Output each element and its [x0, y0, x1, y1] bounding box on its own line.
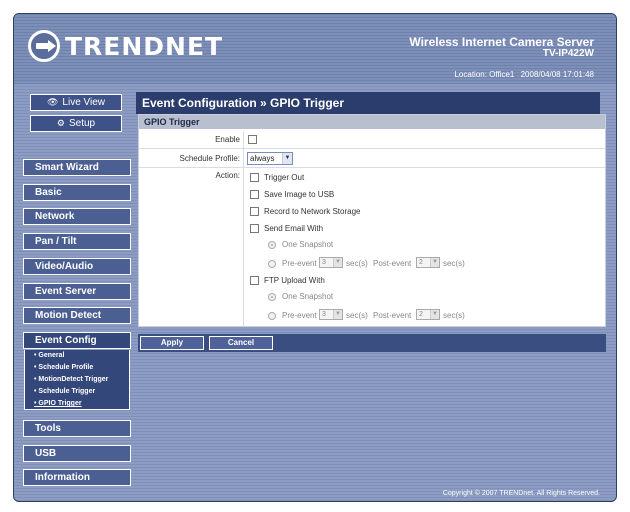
logo: TRENDNET — [28, 30, 223, 62]
send-email-checkbox[interactable] — [250, 224, 259, 233]
enable-cell — [243, 131, 605, 148]
nav-event-config[interactable]: Event Config — [23, 332, 131, 349]
logo-text: TRENDNET — [65, 31, 224, 61]
ftp-pre-secs-label: sec(s) — [346, 311, 368, 320]
chevron-down-icon: ▼ — [282, 153, 292, 164]
save-usb-label: Save Image to USB — [264, 190, 335, 199]
schedule-cell: always ▼ — [243, 149, 605, 167]
nav-usb[interactable]: USB — [23, 445, 131, 462]
email-pre-secs-label: sec(s) — [346, 259, 368, 268]
nav-tools[interactable]: Tools — [23, 420, 131, 437]
copyright-footer: Copyright © 2007 TRENDnet. All Rights Re… — [442, 490, 600, 497]
gpio-trigger-panel: GPIO Trigger Enable Schedule Profile: al… — [138, 114, 606, 327]
email-post-secs-label: sec(s) — [443, 259, 465, 268]
email-one-snapshot-label: One Snapshot — [282, 240, 334, 249]
ftp-pre-event-radio[interactable] — [268, 312, 276, 320]
ftp-post-event-value: 2 — [419, 311, 423, 318]
live-view-button[interactable]: 👁 Live View — [30, 94, 122, 111]
email-pre-event-radio[interactable] — [268, 260, 276, 268]
trigger-out-checkbox[interactable] — [250, 173, 259, 182]
schedule-profile-value: always — [250, 154, 275, 163]
cancel-button[interactable]: Cancel — [209, 336, 273, 350]
nav-network[interactable]: Network — [23, 208, 131, 225]
location-line: Location: Office1 2008/04/08 17:01:48 — [450, 70, 594, 79]
email-one-snapshot-radio[interactable] — [268, 241, 276, 249]
record-storage-label: Record to Network Storage — [264, 207, 361, 216]
ftp-pre-event-select[interactable]: 3 ▼ — [319, 309, 343, 320]
product-title: Wireless Internet Camera Server — [409, 35, 594, 49]
subnav-general[interactable]: • General — [25, 350, 129, 362]
nav-video-audio[interactable]: Video/Audio — [23, 258, 131, 275]
nav-motion-detect[interactable]: Motion Detect — [23, 307, 131, 324]
location-label: Location: Office1 — [454, 70, 515, 79]
nav-event-server[interactable]: Event Server — [23, 283, 131, 300]
action-label: Action: — [139, 168, 243, 326]
save-usb-checkbox[interactable] — [250, 190, 259, 199]
email-pre-event-value: 3 — [322, 259, 326, 266]
email-post-event-value: 2 — [419, 259, 423, 266]
eye-icon: 👁 — [46, 97, 59, 107]
chevron-down-icon: ▼ — [430, 310, 439, 319]
subnav-schedule-profile[interactable]: • Schedule Profile — [25, 362, 129, 374]
ftp-upload-checkbox[interactable] — [250, 276, 259, 285]
enable-row: Enable — [139, 131, 605, 149]
app-frame: TRENDNET Wireless Internet Camera Server… — [13, 13, 617, 502]
page-title: Event Configuration » GPIO Trigger — [136, 92, 600, 114]
send-email-label: Send Email With — [264, 224, 324, 233]
chevron-down-icon: ▼ — [430, 258, 439, 267]
chevron-down-icon: ▼ — [333, 310, 342, 319]
ftp-post-secs-label: sec(s) — [443, 311, 465, 320]
enable-label: Enable — [139, 131, 243, 148]
trendnet-logo-icon — [28, 30, 60, 62]
enable-checkbox[interactable] — [248, 135, 257, 144]
nav-pan-tilt[interactable]: Pan / Tilt — [23, 233, 131, 250]
live-view-label: Live View — [62, 97, 106, 108]
ftp-pre-event-label: Pre-event — [282, 311, 317, 320]
action-button-bar: Apply Cancel — [138, 334, 606, 352]
setup-label: Setup — [68, 118, 96, 129]
trigger-out-label: Trigger Out — [264, 173, 305, 182]
datetime: 2008/04/08 17:01:48 — [520, 70, 594, 79]
subnav-schedule-trigger[interactable]: • Schedule Trigger — [25, 386, 129, 398]
email-post-event-select[interactable]: 2 ▼ — [416, 257, 440, 268]
ftp-one-snapshot-radio[interactable] — [268, 293, 276, 301]
gear-icon: ⚙ — [56, 118, 65, 128]
setup-button[interactable]: ⚙ Setup — [30, 115, 122, 132]
ftp-one-snapshot-label: One Snapshot — [282, 292, 334, 301]
chevron-down-icon: ▼ — [333, 258, 342, 267]
apply-button[interactable]: Apply — [140, 336, 204, 350]
schedule-row: Schedule Profile: always ▼ — [139, 149, 605, 168]
panel-title: GPIO Trigger — [139, 115, 605, 130]
email-post-event-label: Post-event — [373, 259, 412, 268]
email-pre-event-label: Pre-event — [282, 259, 317, 268]
schedule-label: Schedule Profile: — [139, 149, 243, 167]
nav-smart-wizard[interactable]: Smart Wizard — [23, 159, 131, 176]
action-cell: Trigger Out Save Image to USB Record to … — [243, 168, 605, 326]
subnav-gpio-trigger[interactable]: • GPIO Trigger — [25, 398, 129, 410]
ftp-post-event-label: Post-event — [373, 311, 412, 320]
ftp-post-event-select[interactable]: 2 ▼ — [416, 309, 440, 320]
nav-information[interactable]: Information — [23, 469, 131, 486]
subnav-motiondetect-trigger[interactable]: • MotionDetect Trigger — [25, 374, 129, 386]
action-row: Action: Trigger Out Save Image to USB Re… — [139, 168, 605, 326]
ftp-upload-label: FTP Upload With — [264, 276, 325, 285]
nav-basic[interactable]: Basic — [23, 184, 131, 201]
event-config-submenu: • General • Schedule Profile • MotionDet… — [24, 350, 130, 410]
header: TRENDNET Wireless Internet Camera Server… — [14, 14, 616, 84]
schedule-profile-select[interactable]: always ▼ — [247, 152, 293, 165]
product-model: TV-IP422W — [542, 48, 594, 59]
email-pre-event-select[interactable]: 3 ▼ — [319, 257, 343, 268]
record-storage-checkbox[interactable] — [250, 207, 259, 216]
ftp-pre-event-value: 3 — [322, 311, 326, 318]
